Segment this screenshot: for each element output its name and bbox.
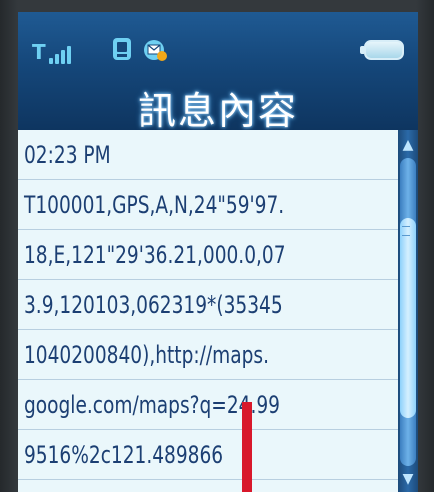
scroll-thumb[interactable]: [400, 218, 416, 418]
message-line: 18,E,121"29'36.21,000.0,07: [18, 230, 398, 280]
signal-indicator: T: [32, 38, 71, 64]
message-line: T100001,GPS,A,N,24"59'97.: [18, 180, 398, 230]
message-time: 02:23 PM: [18, 130, 398, 180]
scrollbar[interactable]: ▲ ▼: [398, 130, 418, 492]
scroll-down-icon[interactable]: ▼: [398, 468, 418, 490]
phone-storage-icon: [113, 38, 131, 60]
scroll-grip-icon: [402, 226, 410, 236]
message-line: 1040200840),http://maps.: [18, 330, 398, 380]
new-message-icon: [144, 40, 167, 61]
phone-device: T 訊息內容 02:23 PM T100001,GPS,A,N,24"59'97…: [0, 0, 434, 492]
phone-screen: T 訊息內容 02:23 PM T100001,GPS,A,N,24"59'97…: [18, 12, 418, 492]
battery-icon: [360, 40, 404, 60]
message-content[interactable]: 02:23 PM T100001,GPS,A,N,24"59'97. 18,E,…: [18, 130, 398, 492]
message-line: google.com/maps?q=24.99: [18, 380, 398, 430]
red-pointer-marker: [242, 402, 252, 492]
status-icons: [110, 36, 168, 62]
scroll-up-icon[interactable]: ▲: [398, 134, 418, 156]
message-line: 3.9,120103,062319*(35345: [18, 280, 398, 330]
page-title: 訊息內容: [137, 89, 298, 133]
signal-letter: T: [32, 40, 46, 64]
message-line: 9516%2c121.489866: [18, 430, 398, 480]
header: T 訊息內容: [18, 12, 418, 133]
signal-bars-icon: [48, 44, 71, 64]
